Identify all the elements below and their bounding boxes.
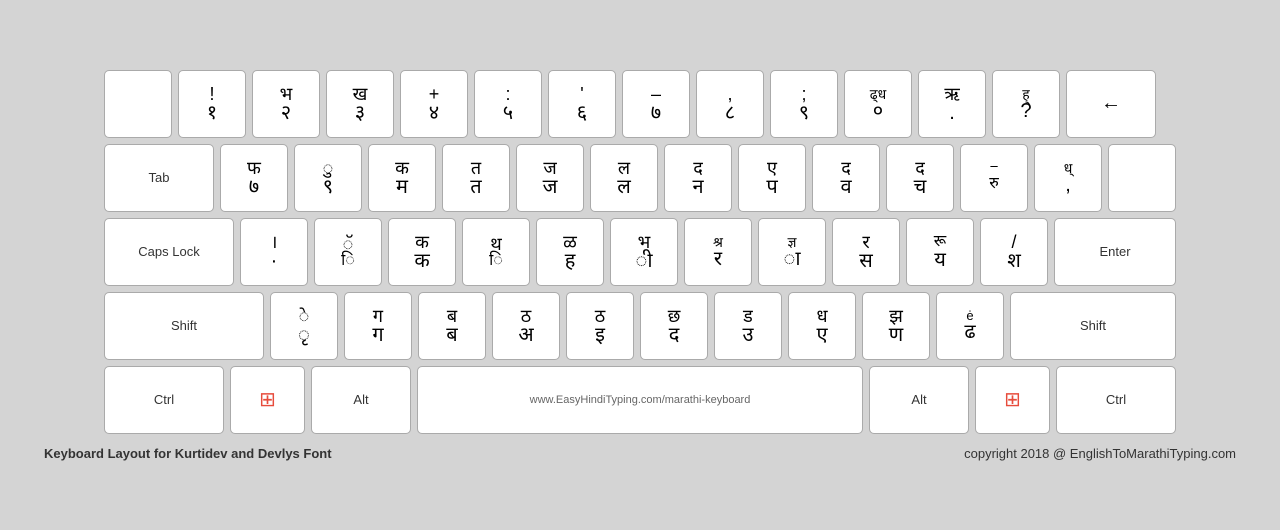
key-bracketleft[interactable]: ꣻ रु <box>960 144 1028 212</box>
key-tab[interactable]: Tab <box>104 144 214 212</box>
key-9[interactable]: ; ९ <box>770 70 838 138</box>
footer-font-label: Font <box>303 446 331 461</box>
key-2[interactable]: भ २ <box>252 70 320 138</box>
key-6[interactable]: ' ६ <box>548 70 616 138</box>
key-8[interactable]: , ८ <box>696 70 764 138</box>
key-win-right[interactable]: ⊞ <box>975 366 1050 434</box>
row-qwerty: Tab फ ७ ु ९ क म त त ज ज ल ल द न <box>104 144 1176 212</box>
key-bracketright[interactable]: ध् , <box>1034 144 1102 212</box>
key-j[interactable]: श्र र <box>684 218 752 286</box>
key-5[interactable]: : ५ <box>474 70 542 138</box>
key-s[interactable]: ॅ ि <box>314 218 382 286</box>
key-c[interactable]: ब ब <box>418 292 486 360</box>
key-a[interactable]: । · <box>240 218 308 286</box>
key-comma[interactable]: ध ए <box>788 292 856 360</box>
key-ctrl-right[interactable]: Ctrl <box>1056 366 1176 434</box>
key-o[interactable]: द व <box>812 144 880 212</box>
key-1[interactable]: ! १ <box>178 70 246 138</box>
key-n[interactable]: छ द <box>640 292 708 360</box>
key-quote[interactable]: / श <box>980 218 1048 286</box>
key-win-left[interactable]: ⊞ <box>230 366 305 434</box>
key-w[interactable]: ु ९ <box>294 144 362 212</box>
footer-title-regular: for <box>154 446 175 461</box>
key-x[interactable]: ग ग <box>344 292 412 360</box>
key-q[interactable]: फ ७ <box>220 144 288 212</box>
key-backspace[interactable]: ← <box>1066 70 1156 138</box>
key-alt-right[interactable]: Alt <box>869 366 969 434</box>
keyboard-container: ! १ भ २ ख ३ + ४ : ५ ' ६ – ७ , ८ <box>104 70 1176 440</box>
key-shift-left[interactable]: Shift <box>104 292 264 360</box>
row-asdf: Caps Lock । · ॅ ि क क थ ि ळ ह भ ी श्र र <box>104 218 1176 286</box>
key-slash[interactable]: ė ढ <box>936 292 1004 360</box>
key-7[interactable]: – ७ <box>622 70 690 138</box>
key-shift-right[interactable]: Shift <box>1010 292 1176 360</box>
key-m[interactable]: ड उ <box>714 292 782 360</box>
key-period[interactable]: झ ण <box>862 292 930 360</box>
footer-font-devlys: Devlys <box>258 446 300 461</box>
row-bottom: Ctrl ⊞ Alt www.EasyHindiTyping.com/marat… <box>104 366 1176 434</box>
key-h[interactable]: भ ी <box>610 218 678 286</box>
footer: Keyboard Layout for Kurtidev and Devlys … <box>40 440 1240 461</box>
key-spacebar[interactable]: www.EasyHindiTyping.com/marathi-keyboard <box>417 366 863 434</box>
key-r[interactable]: त त <box>442 144 510 212</box>
key-semicolon[interactable]: रू य <box>906 218 974 286</box>
key-k[interactable]: ज्ञ ा <box>758 218 826 286</box>
footer-title-bold: Keyboard Layout <box>44 446 150 461</box>
key-u[interactable]: द न <box>664 144 732 212</box>
key-i[interactable]: ए प <box>738 144 806 212</box>
key-l[interactable]: र स <box>832 218 900 286</box>
key-z[interactable]: े ृ <box>270 292 338 360</box>
key-d[interactable]: क क <box>388 218 456 286</box>
key-4[interactable]: + ४ <box>400 70 468 138</box>
key-backtick[interactable] <box>104 70 172 138</box>
key-p[interactable]: द च <box>886 144 954 212</box>
key-0[interactable]: ढ्ध ० <box>844 70 912 138</box>
key-equals[interactable]: ह् ? <box>992 70 1060 138</box>
key-v[interactable]: ठ अ <box>492 292 560 360</box>
key-b[interactable]: ठ इ <box>566 292 634 360</box>
key-enter[interactable]: Enter <box>1054 218 1176 286</box>
row-number: ! १ भ २ ख ३ + ४ : ५ ' ६ – ७ , ८ <box>104 70 1176 138</box>
key-y[interactable]: ल ल <box>590 144 658 212</box>
key-ctrl-left[interactable]: Ctrl <box>104 366 224 434</box>
key-alt-left[interactable]: Alt <box>311 366 411 434</box>
row-shift: Shift े ृ ग ग ब ब ठ अ ठ इ छ द ड उ <box>104 292 1176 360</box>
key-t[interactable]: ज ज <box>516 144 584 212</box>
key-g[interactable]: ळ ह <box>536 218 604 286</box>
key-e[interactable]: क म <box>368 144 436 212</box>
footer-copyright: copyright 2018 @ EnglishToMarathiTyping.… <box>964 446 1236 461</box>
footer-and: and <box>231 446 258 461</box>
key-capslock[interactable]: Caps Lock <box>104 218 234 286</box>
key-3[interactable]: ख ३ <box>326 70 394 138</box>
footer-font-kurtidev: Kurtidev <box>175 446 228 461</box>
footer-left: Keyboard Layout for Kurtidev and Devlys … <box>44 446 332 461</box>
footer-right: copyright 2018 @ EnglishToMarathiTyping.… <box>964 446 1236 461</box>
key-minus[interactable]: ऋ . <box>918 70 986 138</box>
key-f[interactable]: थ ि <box>462 218 530 286</box>
key-backslash[interactable] <box>1108 144 1176 212</box>
